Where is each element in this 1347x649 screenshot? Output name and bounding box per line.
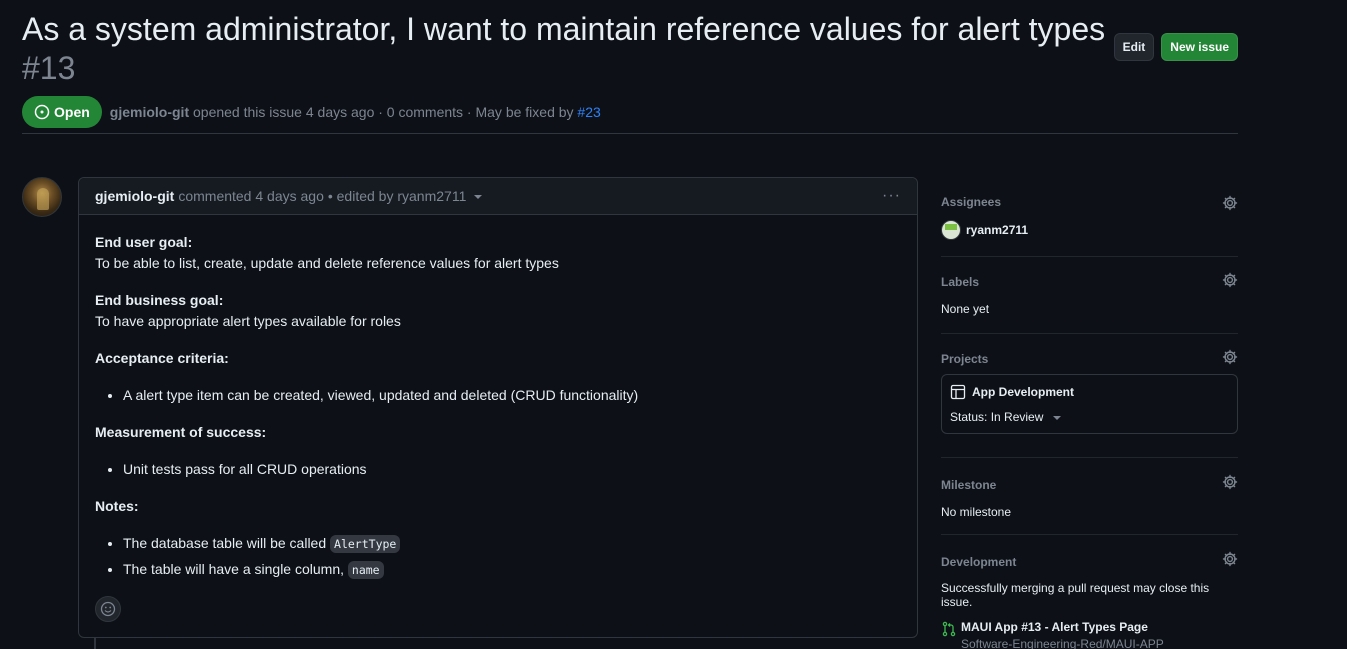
issue-page: As a system administrator, I want to mai…: [22, 0, 1238, 649]
avatar: [941, 220, 961, 240]
linked-pr-link[interactable]: #23: [577, 104, 600, 120]
kebab-menu-icon[interactable]: ···: [882, 187, 901, 205]
list-item: The database table will be called AlertT…: [123, 533, 901, 555]
gear-icon[interactable]: [1222, 349, 1238, 365]
milestone-value: No milestone: [941, 505, 1012, 519]
issue-title-text: As a system administrator, I want to mai…: [22, 11, 1106, 47]
new-issue-button[interactable]: New issue: [1161, 33, 1238, 61]
goal-paragraph: End user goal: To be able to list, creat…: [95, 232, 901, 274]
edit-button[interactable]: Edit: [1113, 33, 1155, 61]
pull-request-repo[interactable]: Software-Engineering-Red/MAUI-APP: [961, 637, 1164, 649]
business-paragraph: End business goal: To have appropriate a…: [95, 290, 901, 332]
measure-paragraph: Measurement of success:: [95, 422, 901, 443]
project-name: App Development: [972, 385, 1075, 399]
issue-meta: Open gjemiolo-git opened this issue 4 da…: [22, 96, 601, 128]
timeline-connector: [94, 638, 96, 649]
notes-list: The database table will be called AlertT…: [95, 533, 901, 581]
labels-title: Labels: [941, 275, 980, 289]
measure-heading: Measurement of success:: [95, 424, 267, 440]
acceptance-heading: Acceptance criteria:: [95, 350, 229, 366]
chevron-down-icon: [1053, 416, 1062, 420]
issue-sidebar: Assignees ryanm2711 Labels None yet Proj…: [941, 180, 1238, 649]
assignees-title: Assignees: [941, 195, 1002, 209]
smiley-icon: [100, 601, 116, 617]
project-status-dropdown[interactable]: Status: In Review: [950, 410, 1229, 424]
header-actions: Edit New issue: [1113, 33, 1238, 61]
issue-header: As a system administrator, I want to mai…: [22, 10, 1238, 145]
pull-request-info: MAUI App #13 - Alert Types Page Software…: [961, 620, 1164, 649]
assignee-item[interactable]: ryanm2711: [941, 220, 1238, 240]
projects-title: Projects: [941, 352, 989, 366]
issue-meta-text: gjemiolo-git opened this issue 4 days ag…: [110, 104, 601, 120]
measure-list: Unit tests pass for all CRUD operations: [95, 459, 901, 480]
git-pull-request-icon: [942, 621, 956, 637]
assignees-section: Assignees ryanm2711: [941, 180, 1238, 257]
projects-section: Projects App Development Status: In Revi…: [941, 334, 1238, 458]
gear-icon[interactable]: [1222, 272, 1238, 288]
list-item: A alert type item can be created, viewed…: [123, 385, 901, 406]
issue-author-link[interactable]: gjemiolo-git: [110, 104, 189, 120]
development-section: Development Successfully merging a pull …: [941, 535, 1238, 649]
pull-request-title[interactable]: MAUI App #13 - Alert Types Page: [961, 620, 1164, 634]
header-divider: [22, 133, 1238, 134]
chevron-down-icon[interactable]: [474, 195, 483, 199]
project-card: App Development Status: In Review: [941, 374, 1238, 434]
project-status-label: Status: In Review: [950, 410, 1044, 424]
comment-body: End user goal: To be able to list, creat…: [79, 215, 917, 581]
business-heading: End business goal:: [95, 292, 224, 308]
inline-code: AlertType: [330, 535, 401, 553]
assignee-name: ryanm2711: [966, 223, 1029, 237]
acceptance-paragraph: Acceptance criteria:: [95, 348, 901, 369]
acceptance-list: A alert type item can be created, viewed…: [95, 385, 901, 406]
avatar[interactable]: [22, 177, 62, 217]
note-text: The database table will be called: [123, 535, 331, 551]
goal-heading: End user goal:: [95, 234, 193, 250]
notes-paragraph: Notes:: [95, 496, 901, 517]
comment-author-link[interactable]: gjemiolo-git: [95, 188, 174, 204]
list-item: Unit tests pass for all CRUD operations: [123, 459, 901, 480]
add-reaction-button[interactable]: [95, 596, 121, 622]
list-item: The table will have a single column, nam…: [123, 559, 901, 581]
labels-value: None yet: [941, 302, 990, 316]
comment-edited-label[interactable]: • edited by ryanm2711: [328, 188, 467, 204]
issue-meta-details: opened this issue 4 days ago · 0 comment…: [189, 104, 578, 120]
milestone-section: Milestone No milestone: [941, 458, 1238, 535]
notes-heading: Notes:: [95, 498, 139, 514]
issue-opened-icon: [34, 104, 50, 120]
goal-text: To be able to list, create, update and d…: [95, 255, 559, 271]
status-label: Open: [54, 104, 90, 120]
labels-section: Labels None yet: [941, 257, 1238, 334]
gear-icon[interactable]: [1222, 551, 1238, 567]
project-link[interactable]: App Development: [950, 384, 1229, 400]
linked-pull-request[interactable]: MAUI App #13 - Alert Types Page Software…: [941, 620, 1238, 649]
development-title: Development: [941, 555, 1017, 569]
milestone-title: Milestone: [941, 478, 997, 492]
development-hint: Successfully merging a pull request may …: [941, 581, 1210, 609]
issue-number: #13: [22, 50, 76, 86]
comment-timestamp[interactable]: commented 4 days ago: [178, 188, 324, 204]
status-badge: Open: [22, 96, 102, 128]
gear-icon[interactable]: [1222, 195, 1238, 211]
note-text: The table will have a single column,: [123, 561, 348, 577]
business-text: To have appropriate alert types availabl…: [95, 313, 401, 329]
gear-icon[interactable]: [1222, 474, 1238, 490]
inline-code: name: [347, 561, 384, 579]
issue-comment: gjemiolo-git commented 4 days ago • edit…: [78, 177, 918, 638]
issue-title: As a system administrator, I want to mai…: [22, 10, 1112, 88]
table-icon: [950, 384, 966, 400]
comment-header: gjemiolo-git commented 4 days ago • edit…: [79, 178, 917, 215]
